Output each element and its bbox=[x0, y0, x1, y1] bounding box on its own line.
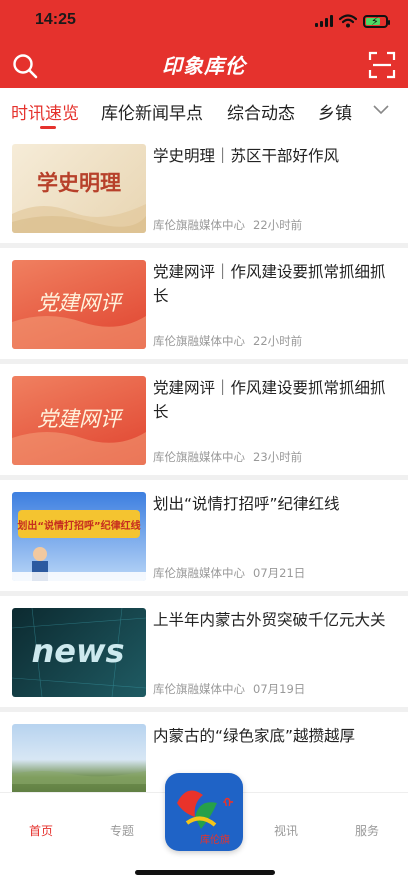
svg-text:ᠬ: ᠬ bbox=[223, 796, 234, 810]
news-meta: 库伦旗融媒体中心 07月21日 bbox=[153, 565, 305, 581]
news-meta: 库伦旗融媒体中心 07月19日 bbox=[153, 681, 305, 697]
news-title[interactable]: 党建网评｜作风建设要抓常抓细抓长 bbox=[153, 376, 393, 424]
news-thumbnail: news bbox=[12, 608, 146, 697]
center-logo-button[interactable]: ᠬ 库伦旗 bbox=[165, 773, 243, 851]
news-time: 23小时前 bbox=[253, 450, 303, 464]
nav-home[interactable]: 首页 bbox=[1, 822, 81, 839]
home-indicator bbox=[135, 870, 275, 875]
thumbnail-caption: 学史明理 bbox=[37, 170, 121, 195]
news-title[interactable]: 上半年内蒙古外贸突破千亿元大关 bbox=[153, 608, 393, 632]
news-thumbnail bbox=[12, 724, 146, 792]
battery-icon: ⚡ bbox=[363, 14, 390, 28]
tab-kulun-morning-news[interactable]: 库伦新闻早点 bbox=[101, 99, 203, 124]
thumbnail-caption: 党建网评 bbox=[37, 291, 124, 315]
nav-video[interactable]: 视讯 bbox=[246, 822, 326, 839]
news-feed: 学史明理 学史明理｜苏区干部好作风 库伦旗融媒体中心 22小时前 党建网评 党建网… bbox=[0, 132, 408, 792]
news-time: 07月19日 bbox=[253, 682, 306, 696]
header-bar: 14:25 ⚡ 印象库伦 bbox=[0, 0, 408, 88]
kulun-logo-icon: ᠬ 库伦旗 bbox=[177, 790, 234, 846]
chevron-down-icon[interactable] bbox=[373, 102, 389, 118]
news-item[interactable]: 学史明理 学史明理｜苏区干部好作风 库伦旗融媒体中心 22小时前 bbox=[0, 132, 408, 248]
news-source: 库伦旗融媒体中心 bbox=[153, 334, 245, 348]
news-title[interactable]: 划出“说情打招呼”纪律红线 bbox=[153, 492, 393, 516]
status-icons: ⚡ bbox=[315, 14, 390, 28]
news-item[interactable]: 党建网评 党建网评｜作风建设要抓常抓细抓长 库伦旗融媒体中心 23小时前 bbox=[0, 364, 408, 480]
tab-townships[interactable]: 乡镇 bbox=[318, 99, 352, 124]
news-source: 库伦旗融媒体中心 bbox=[153, 450, 245, 464]
news-thumbnail: 党建网评 bbox=[12, 260, 146, 349]
news-meta: 库伦旗融媒体中心 22小时前 bbox=[153, 333, 302, 349]
news-thumbnail: 党建网评 bbox=[12, 376, 146, 465]
tab-news-quick[interactable]: 时讯速览 bbox=[11, 99, 79, 124]
news-item[interactable]: news 上半年内蒙古外贸突破千亿元大关 库伦旗融媒体中心 07月19日 bbox=[0, 596, 408, 712]
news-time: 22小时前 bbox=[253, 334, 303, 348]
cellular-signal-icon bbox=[315, 15, 333, 27]
thumbnail-caption: 党建网评 bbox=[37, 407, 124, 431]
nav-topics[interactable]: 专题 bbox=[82, 822, 162, 839]
wifi-icon bbox=[339, 14, 357, 28]
news-title[interactable]: 学史明理｜苏区干部好作风 bbox=[153, 144, 393, 168]
news-item[interactable]: 党建网评 党建网评｜作风建设要抓常抓细抓长 库伦旗融媒体中心 22小时前 bbox=[0, 248, 408, 364]
news-meta: 库伦旗融媒体中心 23小时前 bbox=[153, 449, 302, 465]
logo-caption: 库伦旗 bbox=[200, 833, 230, 846]
news-source: 库伦旗融媒体中心 bbox=[153, 682, 245, 696]
thumbnail-caption: news bbox=[31, 632, 124, 670]
news-thumbnail: 学史明理 bbox=[12, 144, 146, 233]
scan-icon[interactable] bbox=[368, 51, 396, 79]
status-bar: 14:25 ⚡ bbox=[0, 0, 408, 44]
nav-services[interactable]: 服务 bbox=[327, 822, 407, 839]
status-time: 14:25 bbox=[35, 11, 76, 28]
app-screen: 14:25 ⚡ 印象库伦 时讯速览 库伦新闻早点 综合动态 乡镇 学史明理 学史… bbox=[0, 0, 408, 883]
tab-general-updates[interactable]: 综合动态 bbox=[227, 99, 295, 124]
news-item[interactable]: 划出“说情打招呼”纪律红线 划出“说情打招呼”纪律红线 库伦旗融媒体中心 07月2… bbox=[0, 480, 408, 596]
news-title[interactable]: 内蒙古的“绿色家底”越攒越厚 bbox=[153, 724, 393, 748]
thumbnail-caption: 划出“说情打招呼”纪律红线 bbox=[17, 519, 140, 532]
news-time: 07月21日 bbox=[253, 566, 306, 580]
news-meta: 库伦旗融媒体中心 22小时前 bbox=[153, 217, 302, 233]
news-title[interactable]: 党建网评｜作风建设要抓常抓细抓长 bbox=[153, 260, 393, 308]
news-source: 库伦旗融媒体中心 bbox=[153, 218, 245, 232]
category-tabs: 时讯速览 库伦新闻早点 综合动态 乡镇 bbox=[0, 88, 408, 132]
news-source: 库伦旗融媒体中心 bbox=[153, 566, 245, 580]
news-thumbnail: 划出“说情打招呼”纪律红线 bbox=[12, 492, 146, 581]
active-tab-indicator bbox=[40, 126, 56, 129]
news-time: 22小时前 bbox=[253, 218, 303, 232]
app-title: 印象库伦 bbox=[162, 54, 246, 78]
